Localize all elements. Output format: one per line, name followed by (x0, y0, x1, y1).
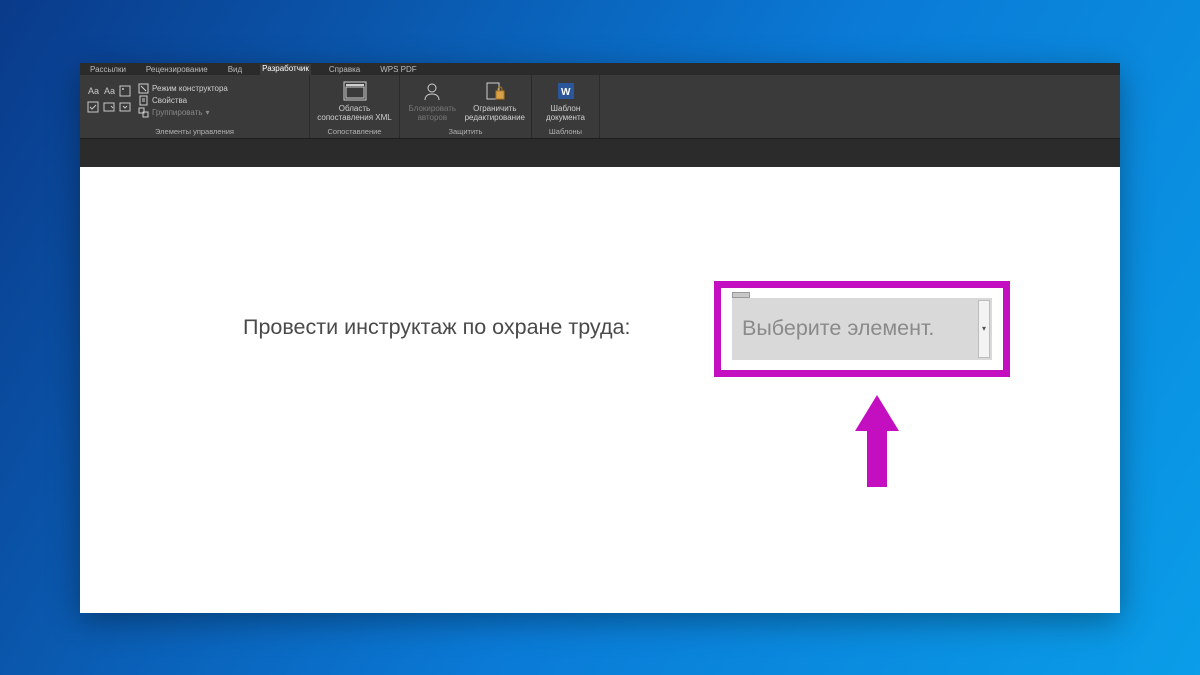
ribbon-group-templates: W Шаблон документа Шаблоны (532, 75, 600, 138)
xml-mapping-button[interactable]: Область сопоставления XML (316, 80, 393, 122)
annotation-arrow-icon (865, 395, 889, 487)
xml-mapping-label: Область сопоставления XML (316, 104, 393, 122)
ribbon-group-title: Шаблоны (538, 125, 593, 136)
ribbon-shadow-bar (80, 139, 1120, 167)
dropdown-placeholder-text: Выберите элемент. (742, 316, 978, 341)
combobox-control-icon[interactable] (102, 100, 116, 114)
design-mode-label: Режим конструктора (152, 83, 228, 94)
ribbon: Aa Aa Режим конструктора Свойства (80, 75, 1120, 139)
document-template-label: Шаблон документа (538, 104, 593, 122)
design-mode-icon (138, 83, 149, 94)
dropdown-control-icon[interactable] (118, 100, 132, 114)
ribbon-group-title: Сопоставление (316, 125, 393, 136)
tab-mailings[interactable]: Рассылки (88, 65, 128, 75)
restrict-editing-icon (482, 80, 508, 102)
richtext-control-icon[interactable]: Aa (86, 84, 100, 98)
annotation-highlight-box: Выберите элемент. ▾ (714, 281, 1010, 377)
chevron-down-icon: ▾ (206, 107, 210, 118)
svg-text:Aa: Aa (104, 86, 115, 96)
properties-button[interactable]: Свойства (138, 95, 228, 106)
restrict-editing-button[interactable]: Ограничить редактирование (465, 80, 525, 122)
tab-help[interactable]: Справка (327, 65, 362, 75)
ribbon-tab-strip: Рассылки Рецензирование Вид Разработчик … (80, 63, 1120, 75)
ribbon-group-controls: Aa Aa Режим конструктора Свойства (80, 75, 310, 138)
restrict-editing-label: Ограничить редактирование (465, 104, 525, 122)
ribbon-group-mapping: Область сопоставления XML Сопоставление (310, 75, 400, 138)
tab-wpspdf[interactable]: WPS PDF (378, 65, 418, 75)
xml-mapping-icon (342, 80, 368, 102)
tab-developer[interactable]: Разработчик (260, 64, 311, 75)
group-icon (138, 107, 149, 118)
ribbon-group-title: Защитить (406, 125, 525, 136)
block-authors-icon (419, 80, 445, 102)
block-authors-label: Блокировать авторов (406, 104, 459, 122)
tab-view[interactable]: Вид (226, 65, 244, 75)
picture-control-icon[interactable] (118, 84, 132, 98)
plaintext-control-icon[interactable]: Aa (102, 84, 116, 98)
instruction-text: Провести инструктаж по охране труда: (243, 315, 630, 340)
ribbon-group-title: Элементы управления (86, 125, 303, 136)
design-mode-button[interactable]: Режим конструктора (138, 83, 228, 94)
tab-review[interactable]: Рецензирование (144, 65, 210, 75)
word-window: Рассылки Рецензирование Вид Разработчик … (80, 63, 1120, 613)
control-handle-icon[interactable] (732, 292, 750, 298)
document-template-button[interactable]: W Шаблон документа (538, 80, 593, 122)
block-authors-button: Блокировать авторов (406, 80, 459, 122)
svg-text:W: W (561, 87, 571, 98)
properties-icon (138, 95, 149, 106)
dropdown-content-control[interactable]: Выберите элемент. ▾ (732, 298, 992, 360)
svg-text:Aa: Aa (88, 86, 99, 96)
properties-label: Свойства (152, 95, 187, 106)
dropdown-arrow-button[interactable]: ▾ (978, 300, 990, 358)
group-label: Группировать (152, 107, 203, 118)
chevron-down-icon: ▾ (982, 324, 986, 333)
content-controls-gallery[interactable]: Aa Aa (86, 80, 132, 114)
document-area[interactable]: Провести инструктаж по охране труда: Выб… (80, 167, 1120, 613)
word-template-icon: W (553, 80, 579, 102)
checkbox-control-icon[interactable] (86, 100, 100, 114)
group-button[interactable]: Группировать ▾ (138, 107, 228, 118)
ribbon-group-protect: Блокировать авторов Ограничить редактиро… (400, 75, 532, 138)
